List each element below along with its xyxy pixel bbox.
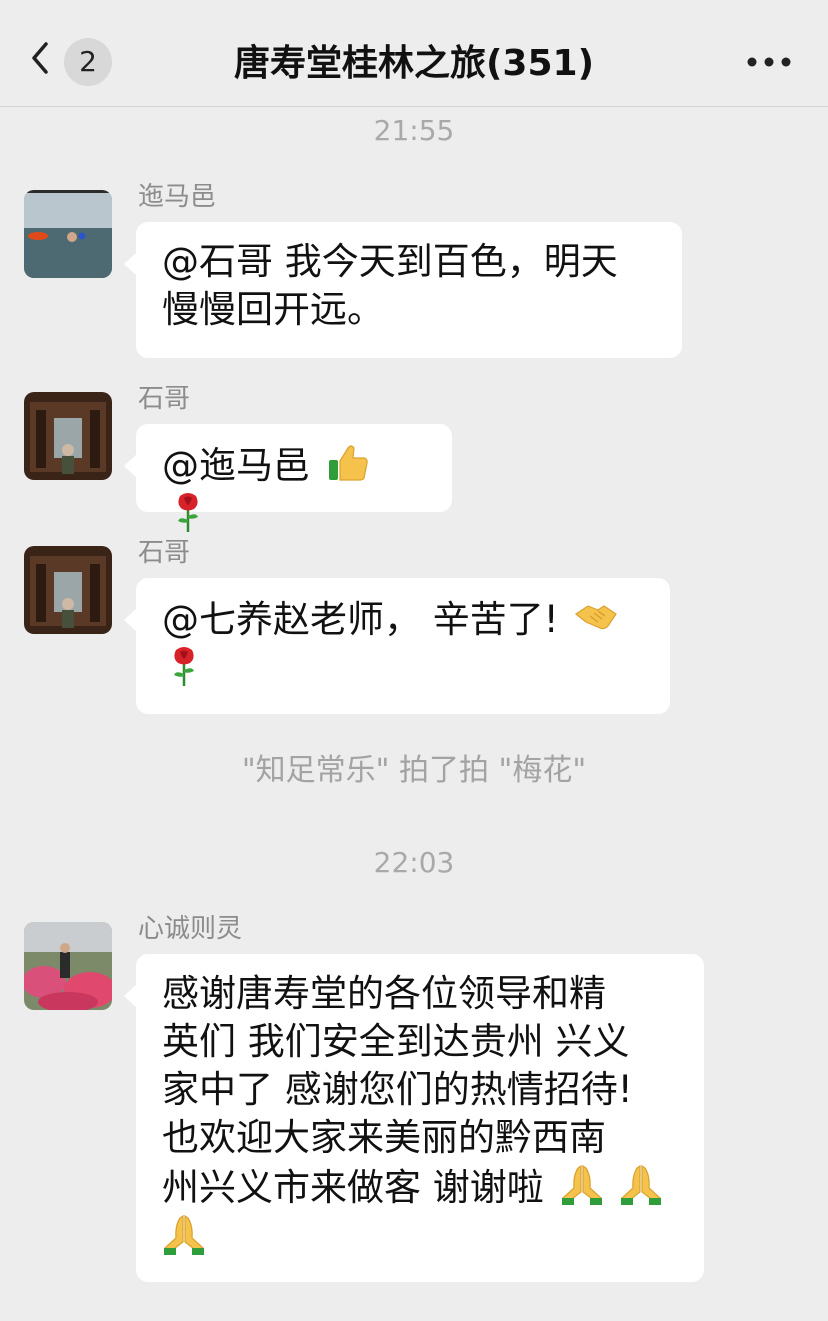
message-bubble[interactable]: @石哥 我今天到百色，明天 慢慢回开远。: [124, 222, 682, 358]
more-dots-icon[interactable]: [746, 52, 792, 72]
thumbs-up-icon: [326, 440, 370, 484]
avatar[interactable]: [24, 190, 112, 278]
timestamp: 21:55: [373, 114, 455, 147]
sender-name: 石哥: [138, 538, 191, 568]
pray-icon: [162, 1212, 206, 1256]
sender-name: 石哥: [138, 384, 191, 414]
avatar[interactable]: [24, 392, 112, 480]
message-line: 慢慢回开远。: [162, 288, 384, 331]
message-line: 感谢唐寿堂的各位领导和精: [162, 972, 606, 1015]
system-message: "知足常乐" 拍了拍 "梅花": [241, 753, 587, 788]
sender-name: 迤马邑: [138, 182, 217, 212]
message-line: @石哥 我今天到百色，明天: [162, 240, 618, 283]
unread-count-badge[interactable]: 2: [64, 38, 112, 86]
chat-title: 唐寿堂桂林之旅(351): [233, 43, 595, 84]
message-text: @七养赵老师， 辛苦了!: [162, 598, 559, 641]
handshake-icon: [574, 594, 618, 638]
message-line: 英们 我们安全到达贵州 兴义: [162, 1020, 630, 1063]
message-bubble[interactable]: @七养赵老师， 辛苦了!: [124, 578, 670, 714]
pray-icon: [560, 1162, 604, 1206]
chat-header: 2 唐寿堂桂林之旅(351): [0, 0, 828, 107]
sender-name: 心诚则灵: [138, 914, 243, 944]
message-line: 家中了 感谢您们的热情招待!: [162, 1068, 633, 1111]
avatar[interactable]: [24, 546, 112, 634]
message-line: 州兴义市来做客 谢谢啦: [162, 1166, 544, 1209]
timestamp: 22:03: [373, 846, 455, 879]
message-line: 也欢迎大家来美丽的黔西南: [162, 1116, 606, 1159]
pray-icon: [619, 1162, 663, 1206]
avatar[interactable]: [24, 922, 112, 1010]
rose-icon: [162, 644, 206, 688]
message-text: @迤马邑: [162, 444, 310, 487]
chevron-left-icon[interactable]: [26, 38, 56, 78]
message-bubble[interactable]: @迤马邑: [124, 424, 452, 532]
message-bubble[interactable]: 感谢唐寿堂的各位领导和精 英们 我们安全到达贵州 兴义 家中了 感谢您们的热情招…: [124, 954, 704, 1282]
rose-icon: [166, 490, 210, 534]
